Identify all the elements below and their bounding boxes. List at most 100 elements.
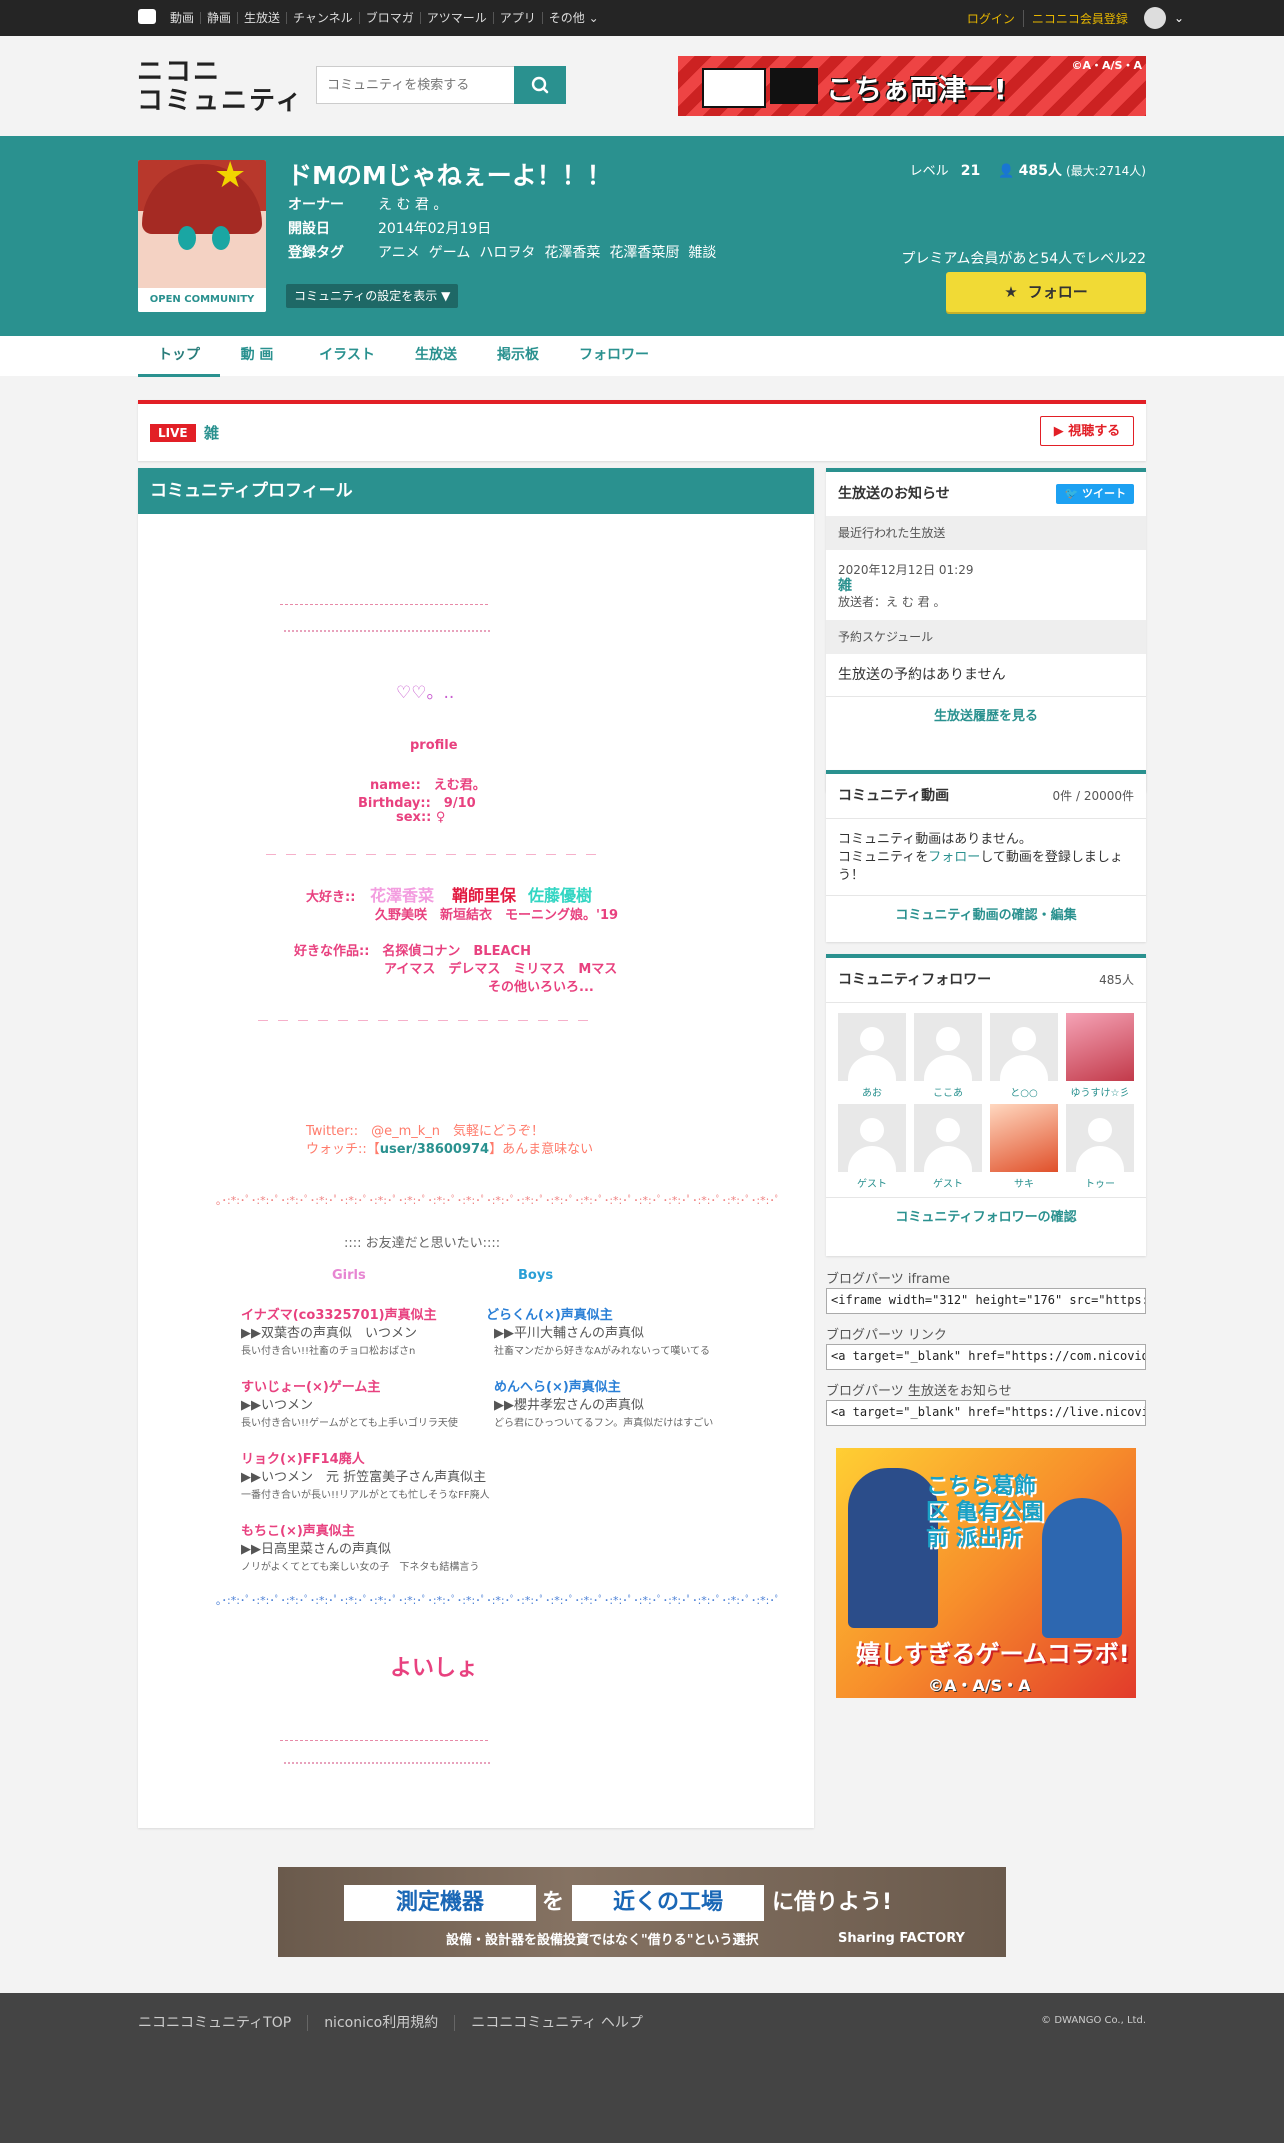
nav-item-atsumaru[interactable]: アツマール <box>421 12 494 24</box>
play-icon: ▶ <box>1053 424 1064 439</box>
follower-item[interactable]: と○○ <box>990 1013 1058 1099</box>
friend-girl-3-note: 一番付き合いが長い!!リアルがとても忙しそうなFF廃人 <box>241 1490 490 1501</box>
likes-masaki: 佐藤優樹 <box>528 886 593 905</box>
banner-logo-box <box>702 68 766 108</box>
login-link[interactable]: ログイン <box>967 9 1024 27</box>
watch-line: ウォッチ::【user/38600974】あんま意味ない <box>306 1138 593 1157</box>
tag[interactable]: ゲーム <box>429 245 471 261</box>
level-label: レベル <box>909 164 949 179</box>
thumbnail-eye-left <box>178 226 196 250</box>
tag[interactable]: 雑談 <box>688 245 716 261</box>
follower-name: トゥー <box>1085 1179 1115 1190</box>
tab-illust[interactable]: イラスト <box>308 336 386 374</box>
search-button[interactable] <box>514 66 566 104</box>
banner-text: こちぁ両津ー! <box>826 73 1007 106</box>
user-avatar-icon[interactable] <box>1143 7 1166 29</box>
blogparts-link-input[interactable]: <a target="_blank" href="https://com.nic… <box>826 1344 1146 1370</box>
videos-empty-text: コミュニティ動画はありません。 コミュニティをフォローして動画を登録しましょう！ <box>826 819 1146 895</box>
recent-live-name[interactable]: 雑 <box>838 578 1134 594</box>
videos-manage-link[interactable]: コミュニティ動画の確認・編集 <box>826 895 1146 936</box>
follower-item[interactable]: ゲスト <box>914 1104 982 1190</box>
niconico-tv-icon[interactable] <box>138 9 156 24</box>
follower-avatar-image <box>990 1104 1058 1172</box>
site-footer: ニコニコミュニティTOP niconico利用規約 ニコニコミュニティ ヘルプ … <box>0 1993 1284 2143</box>
follower-name: ここあ <box>933 1088 963 1099</box>
followers-check-link[interactable]: コミュニティフォロワーの確認 <box>826 1197 1146 1238</box>
default-avatar-icon <box>914 1013 982 1081</box>
live-history-link[interactable]: 生放送履歴を見る <box>826 696 1146 737</box>
watch-button-label: 視聴する <box>1068 424 1121 439</box>
tab-top[interactable]: トップ <box>138 336 220 377</box>
friend-girl-4-note: ノリがよくてとても楽しい女の子 下ネタも結構言う <box>241 1562 480 1573</box>
footer-link-terms[interactable]: niconico利用規約 <box>308 2015 456 2031</box>
follower-item[interactable]: トゥー <box>1066 1104 1134 1190</box>
friend-girl-2-desc: ▶▶いつメン <box>241 1398 313 1413</box>
watch-button[interactable]: ▶ 視聴する <box>1040 416 1134 446</box>
friend-boy-1-desc: ▶▶平川大輔さんの声真似 <box>494 1326 644 1341</box>
tag[interactable]: 花澤香菜厨 <box>609 245 679 261</box>
tab-followers[interactable]: フォロワー <box>566 336 662 374</box>
dash-line: ＿ ＿ ＿ ＿ ＿ ＿ ＿ ＿ ＿ ＿ ＿ ＿ ＿ ＿ ＿ ＿ ＿ <box>258 1012 588 1023</box>
follower-item[interactable]: あお <box>838 1013 906 1099</box>
friend-girl-2-name: すいじょー(×)ゲーム主 <box>241 1380 381 1395</box>
footer-link-help[interactable]: ニコニコミュニティ ヘルプ <box>455 2015 659 2031</box>
divider <box>280 1740 488 1741</box>
search-input[interactable] <box>317 67 527 103</box>
ad-character-policeman <box>848 1468 938 1628</box>
top-banner-ad[interactable]: こちぁ両津ー! ©A・A/S・A <box>678 56 1146 116</box>
friend-girl-4-name: もちこ(×)声真似主 <box>241 1524 355 1539</box>
owner-row: オーナー え む 君 。 <box>288 194 447 214</box>
show-settings-button[interactable]: コミュニティの設定を表示 ▼ <box>286 284 459 308</box>
sparkle-line: ｡･:*:･ﾟ･:*:･ﾟ･:*:･ﾟ･:*:･ﾟ･:*:･ﾟ･:*:･ﾟ･:*… <box>216 1194 781 1207</box>
follower-item[interactable]: サキ <box>990 1104 1058 1190</box>
open-community-label: OPEN COMMUNITY <box>138 288 266 312</box>
blogparts-live-input[interactable]: <a target="_blank" href="https://live.ni… <box>826 1400 1146 1426</box>
footer-link-top[interactable]: ニコニコミュニティTOP <box>138 2015 309 2031</box>
bottom-banner-ad[interactable]: 測定機器 を 近くの工場 に借りよう! 設備・設計器を設備投資ではなく"借りる"… <box>278 1867 1006 1957</box>
ad-side-tagline: 嬉しすぎるゲームコラボ! <box>856 1640 1130 1668</box>
follow-link[interactable]: フォロー <box>928 850 980 865</box>
follower-item[interactable]: ゲスト <box>838 1104 906 1190</box>
banner-copyright: ©A・A/S・A <box>1071 59 1142 72</box>
follow-button[interactable]: ★ フォロー <box>946 272 1146 312</box>
recent-live-date: 2020年12月12日 01:29 <box>838 563 974 577</box>
tag[interactable]: 花澤香菜 <box>544 245 600 261</box>
live-program-name[interactable]: 雑 <box>204 422 219 443</box>
owner-name[interactable]: え む 君 。 <box>378 197 447 213</box>
videos-title-text: コミュニティ動画 <box>838 788 950 804</box>
tab-live[interactable]: 生放送 <box>400 336 472 374</box>
nav-item-video[interactable]: 動画 <box>170 12 202 24</box>
divider <box>284 630 490 632</box>
followers-title: コミュニティフォロワー 485人 <box>826 958 1146 1003</box>
nav-item-more[interactable]: その他 ⌄ <box>543 12 605 24</box>
star-icon: ★ <box>1004 283 1018 301</box>
nav-item-blomaga[interactable]: ブロマガ <box>360 12 421 24</box>
tab-bbs[interactable]: 掲示板 <box>484 336 552 374</box>
nav-item-channel[interactable]: チャンネル <box>287 12 360 24</box>
tag[interactable]: アニメ <box>378 245 420 261</box>
friend-boy-2-desc: ▶▶櫻井孝宏さんの声真似 <box>494 1398 644 1413</box>
followers-grid: あお ここあ と○○ ゆうすけ☆彡 ゲスト ゲスト サキ トゥー <box>826 1003 1146 1193</box>
tag[interactable]: ハロヲタ <box>479 245 535 261</box>
girls-label: Girls <box>332 1268 366 1283</box>
global-nav: 動画 静画 生放送 チャンネル ブロマガ アツマール アプリ その他 ⌄ <box>170 0 605 36</box>
chevron-down-icon: ⌄ <box>588 11 599 25</box>
follower-item[interactable]: ゆうすけ☆彡 <box>1066 1013 1134 1099</box>
tweet-button-label: ツイート <box>1082 487 1126 500</box>
watch-user-link[interactable]: user/38600974 <box>380 1142 489 1157</box>
tab-video[interactable]: 動 画 <box>220 336 294 374</box>
ad-word-measuring: 測定機器 <box>344 1885 536 1921</box>
chevron-down-icon[interactable]: ⌄ <box>1174 11 1184 25</box>
blogparts-iframe-input[interactable]: <iframe width="312" height="176" src="ht… <box>826 1288 1146 1314</box>
videos-count: 0件 / 20000件 <box>1052 789 1134 803</box>
side-banner-ad[interactable]: こちら葛飾区 亀有公園前 派出所 嬉しすぎるゲームコラボ! ©A・A/S・A <box>836 1448 1136 1698</box>
follower-item[interactable]: ここあ <box>914 1013 982 1099</box>
nav-item-seiga[interactable]: 静画 <box>201 12 239 24</box>
register-link[interactable]: ニコニコ会員登録 <box>1024 10 1128 27</box>
nav-item-app[interactable]: アプリ <box>494 12 543 24</box>
nav-item-live[interactable]: 生放送 <box>238 12 288 24</box>
follow-button-label: フォロー <box>1027 283 1088 301</box>
niconi-community-logo[interactable]: ニコニ コミュニティ <box>137 58 303 116</box>
tweet-button[interactable]: 🐦 ツイート <box>1056 484 1134 504</box>
followers-card: コミュニティフォロワー 485人 あお ここあ と○○ ゆうすけ☆彡 ゲスト ゲ… <box>826 954 1146 1256</box>
